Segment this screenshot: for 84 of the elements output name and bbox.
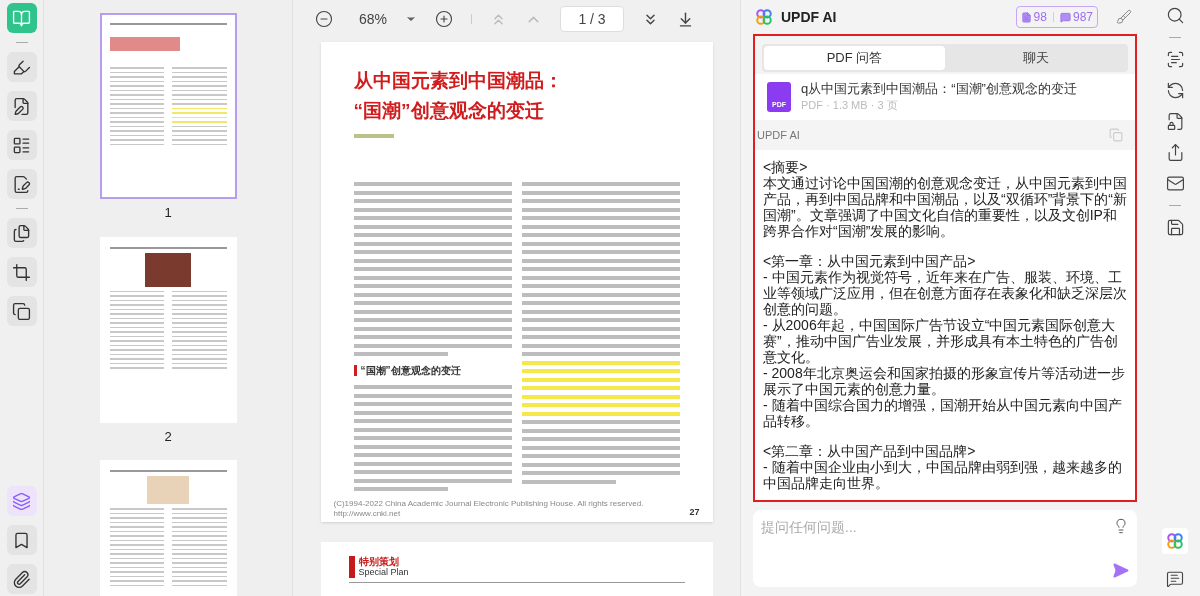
sign-document-tool[interactable] — [6, 169, 37, 199]
file-meta: PDF · 1.3 MB · 3 页 — [801, 98, 899, 113]
search-icon — [1165, 6, 1185, 25]
layers-tool[interactable] — [6, 486, 37, 516]
panel-tab[interactable]: 聊天 — [945, 46, 1126, 70]
answer-text: - 2008年北京奥运会和国家拍摄的形象宣传片等活动进一步展示了中国元素的创意力量。 — [763, 365, 1126, 397]
answer-text: - 从2006年起，中国国际广告节设立“中国元素国际创意大赛”，推动中国广告业发展，并形成具有本土特色的广告创意文化。 — [763, 317, 1119, 365]
convert-button[interactable] — [1165, 81, 1185, 100]
panel-tab[interactable]: PDF 问答 — [764, 46, 945, 70]
answer-text: 本文通过讨论中国国潮的创意观念变迁，从中国元素到中国产品，再到中国品牌和中国潮品，以及“双循环”背景下的“新国潮”。文章强调了中国文化自信的重要性，以及文创IP和跨界合作对“国潮”发展的影响。 — [763, 175, 1127, 239]
list-layout-tool[interactable] — [6, 130, 37, 160]
accent-bar — [348, 556, 355, 578]
edit-document-icon — [12, 96, 31, 116]
photo-placeholder — [145, 252, 191, 287]
crop-icon — [12, 262, 31, 282]
paperclip-tool[interactable] — [6, 564, 37, 594]
file-name: q从中国元素到中国潮品：“国潮”创意观念的变迁 — [801, 81, 1077, 97]
answer-heading: <摘要> — [763, 159, 809, 175]
locked-file-icon — [1165, 112, 1185, 131]
copyright-footer: (C)1994-2022 China Academic Journal Electronic Publishing House. All rights reserved. http://www.cnki.net — [333, 499, 682, 519]
pages-icon — [12, 223, 31, 243]
stacked-pages-tool[interactable] — [6, 296, 37, 326]
comment-icon — [1166, 570, 1184, 588]
mail-icon — [1165, 174, 1185, 193]
article-title: 从中国元素到中国潮品： — [353, 69, 564, 93]
answer-text: - 中国元素作为视觉符号，近年来在广告、服装、环境、工业等领域广泛应用，但在创意方面存在表象化和缺乏深层次创意的问题。 — [763, 269, 1127, 317]
title-mark — [109, 37, 180, 51]
article-title: “国潮”创意观念的变迁 — [353, 99, 545, 123]
bookmark-tool[interactable] — [6, 525, 37, 555]
panel-title: UPDF AI — [781, 7, 837, 27]
stacked-pages-icon — [12, 301, 31, 321]
answer-heading: <第二章：从中国产品到中国品牌> — [763, 443, 977, 459]
question-field[interactable]: 提问任何问题... — [761, 518, 1104, 536]
answer-label: UPDF AI — [757, 127, 800, 143]
layers-icon — [12, 491, 31, 511]
chat-bubble-icon — [1059, 11, 1071, 23]
zoom-out-icon — [315, 10, 333, 28]
highlighter-tool[interactable] — [6, 52, 37, 82]
page-thumbnail[interactable] — [99, 460, 237, 596]
page-label: 1 — [164, 204, 172, 222]
search-button[interactable] — [1165, 6, 1185, 25]
sign-document-icon — [12, 174, 31, 194]
logo-icon — [755, 8, 773, 26]
save-button[interactable] — [1165, 218, 1185, 237]
zoom-in-button[interactable] — [435, 10, 454, 28]
send-button[interactable] — [1112, 562, 1129, 579]
zoom-out-button[interactable] — [315, 10, 333, 28]
mail-button[interactable] — [1165, 174, 1185, 193]
answer-text: - 随着中国综合国力的增强，国潮开始从中国元素向中国产品转移。 — [763, 397, 1123, 429]
edit-document-tool[interactable] — [6, 91, 37, 121]
ocr-button[interactable] — [1165, 50, 1185, 69]
page-thumbnail[interactable] — [99, 236, 237, 423]
credit-count: 98 — [1033, 9, 1047, 26]
paperclip-icon — [12, 569, 31, 589]
clear-button[interactable] — [1116, 9, 1132, 25]
reader-icon — [12, 8, 31, 28]
convert-icon — [1165, 81, 1185, 100]
crop-tool[interactable] — [6, 257, 37, 287]
answer-text: - 随着中国企业由小到大，中国品牌由弱到强，越来越多的中国品牌走向世界。 — [763, 459, 1123, 491]
ai-logo-icon — [1166, 532, 1184, 550]
locked-file-button[interactable] — [1165, 112, 1185, 131]
brush-icon — [1116, 9, 1132, 25]
page-label: 2 — [164, 427, 172, 446]
bookmark-icon — [12, 530, 31, 550]
page-number-field[interactable]: 1 / 3 — [560, 6, 625, 32]
zoom-in-icon — [435, 10, 454, 28]
document-icon — [1020, 11, 1032, 23]
send-icon — [1112, 562, 1129, 579]
accent-bar — [353, 365, 357, 376]
section-label: 特别策划 — [358, 556, 400, 567]
answer-heading: <第一章：从中国元素到中国产品> — [763, 253, 977, 269]
section-heading: “国潮”创意观念的变迁 — [360, 364, 461, 378]
list-layout-icon — [12, 135, 31, 155]
copy-icon — [1109, 128, 1123, 142]
zoom-dropdown[interactable]: 68% — [359, 8, 418, 30]
section-label: Special Plan — [358, 567, 409, 578]
illustration-placeholder — [147, 476, 189, 504]
credit-count: 987 — [1072, 9, 1093, 26]
ai-assistant-button[interactable] — [1162, 528, 1188, 554]
page-number: 27 — [689, 505, 700, 519]
save-icon — [1165, 218, 1185, 237]
pages-tool[interactable] — [6, 218, 37, 248]
ocr-icon — [1165, 50, 1185, 69]
page-thumbnail[interactable] — [99, 13, 237, 199]
